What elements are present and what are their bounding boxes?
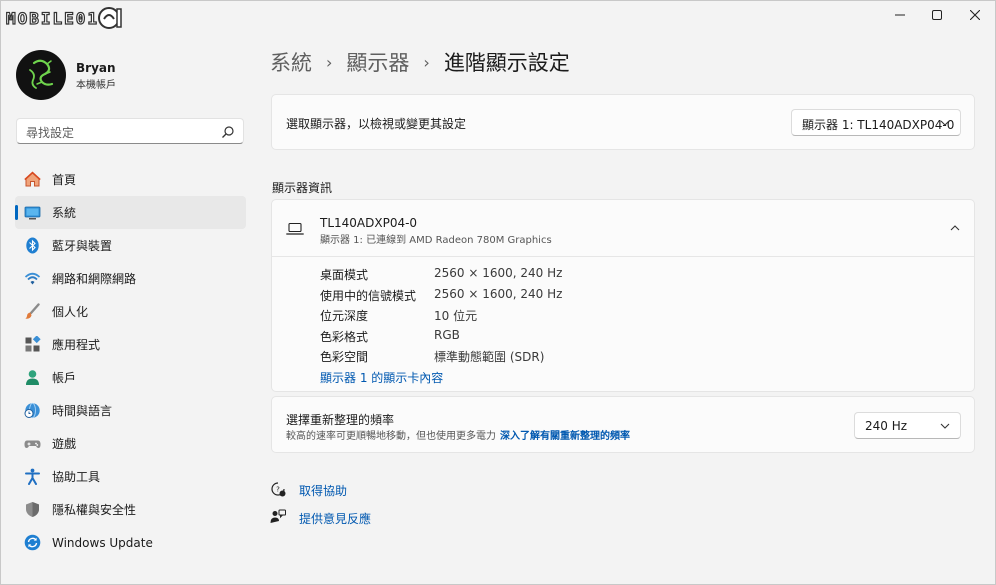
sidebar-item-gaming[interactable]: 遊戲 <box>15 427 246 460</box>
sidebar-item-label: 隱私權與安全性 <box>52 503 137 517</box>
chevron-right-icon: › <box>326 52 333 72</box>
logo-text: MOBILE01 <box>5 8 100 28</box>
account-type: 本機帳戶 <box>76 80 116 91</box>
feedback-icon <box>270 509 286 523</box>
sidebar-item-bluetooth[interactable]: 藍牙與裝置 <box>15 229 246 262</box>
display-select-value: 顯示器 1: TL140ADXP04-0 <box>802 118 955 132</box>
sidebar-item-label: Windows Update <box>52 535 153 550</box>
sidebar-item-label: 帳戶 <box>52 371 77 385</box>
spec-label: 色彩格式 <box>320 330 369 344</box>
select-display-card: 選取顯示器，以檢視或變更其設定 顯示器 1: TL140ADXP04-0 <box>271 94 975 150</box>
gaming-icon <box>24 440 41 448</box>
sidebar-item-time-language[interactable]: 時間與語言 <box>15 394 246 427</box>
breadcrumb: 系統 › 顯示器 › 進階顯示設定 <box>270 45 570 79</box>
avatar[interactable] <box>16 50 66 100</box>
display-adapter-properties-link[interactable]: 顯示器 1 的顯示卡內容 <box>320 369 443 386</box>
close-button[interactable] <box>955 0 995 30</box>
sidebar-item-label: 個人化 <box>52 305 89 319</box>
account-icon <box>26 370 39 385</box>
spec-value: 2560 × 1600, 240 Hz <box>434 287 563 301</box>
sidebar-item-apps[interactable]: 應用程式 <box>15 328 246 361</box>
sidebar-item-home[interactable]: 首頁 <box>15 163 246 196</box>
monitor-connection: 顯示器 1: 已連線到 AMD Radeon 780M Graphics <box>320 235 552 246</box>
spec-label: 桌面模式 <box>320 268 369 282</box>
divider <box>272 256 974 257</box>
refresh-rate-value: 240 Hz <box>865 419 908 433</box>
search-input[interactable]: 尋找設定 <box>16 118 244 144</box>
monitor-name: TL140ADXP04-0 <box>320 216 418 230</box>
refresh-rate-card: 選擇重新整理的頻率 較高的速率可更順暢地移動，但也使用更多電力 深入了解有關重新… <box>271 396 975 453</box>
sidebar-item-network[interactable]: 網路和網際網路 <box>15 262 246 295</box>
help-icon: ? <box>271 482 286 497</box>
home-icon <box>24 171 41 187</box>
chevron-up-icon <box>950 225 960 231</box>
sidebar-item-label: 系統 <box>52 206 77 220</box>
refresh-rate-learn-more-link[interactable]: 深入了解有關重新整理的頻率 <box>500 427 630 442</box>
breadcrumb-display[interactable]: 顯示器 <box>346 47 409 77</box>
sidebar-item-personalization[interactable]: 個人化 <box>15 295 246 328</box>
sidebar-nav: 首頁 系統 藍牙與裝置 網路和網際網路 個人化 應用程式 帳戶 時間與語言 遊戲… <box>15 163 246 559</box>
chevron-right-icon: › <box>423 52 430 72</box>
spec-value: RGB <box>434 328 460 342</box>
chevron-down-icon <box>940 423 950 429</box>
spec-label: 位元深度 <box>320 309 369 323</box>
maximize-button[interactable] <box>917 0 957 30</box>
sidebar-item-windows-update[interactable]: Windows Update <box>15 526 246 559</box>
chevron-down-icon <box>940 120 950 126</box>
refresh-rate-title: 選擇重新整理的頻率 <box>286 413 395 427</box>
sidebar-item-accessibility[interactable]: 協助工具 <box>15 460 246 493</box>
spec-label: 色彩空間 <box>320 350 369 364</box>
sidebar-item-privacy-security[interactable]: 隱私權與安全性 <box>15 493 246 526</box>
select-display-label: 選取顯示器，以檢視或變更其設定 <box>286 117 467 131</box>
display-select-dropdown[interactable]: 顯示器 1: TL140ADXP04-0 <box>791 109 961 136</box>
close-icon <box>970 10 980 20</box>
sidebar-item-label: 藍牙與裝置 <box>52 239 113 253</box>
time-language-icon <box>24 402 40 419</box>
send-feedback-link[interactable]: 提供意見反應 <box>299 510 371 527</box>
spec-label: 使用中的信號模式 <box>320 289 417 303</box>
search-placeholder: 尋找設定 <box>26 126 75 140</box>
sidebar-item-label: 遊戲 <box>52 437 77 451</box>
minimize-icon <box>895 14 905 16</box>
windows-update-icon <box>24 534 41 551</box>
sidebar-item-label: 網路和網際網路 <box>52 272 137 286</box>
brush-icon <box>25 303 40 319</box>
refresh-rate-dropdown[interactable]: 240 Hz <box>854 412 961 439</box>
breadcrumb-system[interactable]: 系統 <box>270 47 312 77</box>
shield-icon <box>26 502 39 517</box>
refresh-rate-description: 較高的速率可更順暢地移動，但也使用更多電力 <box>286 431 496 442</box>
sidebar-item-label: 時間與語言 <box>52 404 113 418</box>
sidebar-item-label: 首頁 <box>52 173 77 187</box>
maximize-icon <box>932 10 942 20</box>
sidebar-item-label: 應用程式 <box>52 338 101 352</box>
spec-value: 2560 × 1600, 240 Hz <box>434 266 563 280</box>
sidebar-item-system[interactable]: 系統 <box>15 196 246 229</box>
user-name: Bryan <box>76 61 116 75</box>
search-icon <box>222 126 234 138</box>
system-icon <box>24 206 41 220</box>
sidebar-item-accounts[interactable]: 帳戶 <box>15 361 246 394</box>
get-help-link[interactable]: 取得協助 <box>299 482 347 499</box>
accessibility-icon <box>25 468 40 485</box>
laptop-icon <box>286 222 304 235</box>
page-title: 進階顯示設定 <box>443 51 570 75</box>
minimize-button[interactable] <box>880 0 920 30</box>
bluetooth-icon <box>26 237 39 254</box>
wifi-icon <box>24 272 41 285</box>
apps-icon <box>25 336 41 352</box>
sidebar-item-label: 協助工具 <box>52 470 101 484</box>
section-title: 顯示器資訊 <box>272 181 333 195</box>
logo-emblem-icon <box>98 7 122 29</box>
app-logo: MOBILE01 <box>5 5 123 31</box>
spec-value: 10 位元 <box>434 309 478 323</box>
razer-snake-icon <box>29 59 54 89</box>
spec-value: 標準動態範圍 (SDR) <box>434 350 545 364</box>
svg-text:?: ? <box>276 486 280 494</box>
